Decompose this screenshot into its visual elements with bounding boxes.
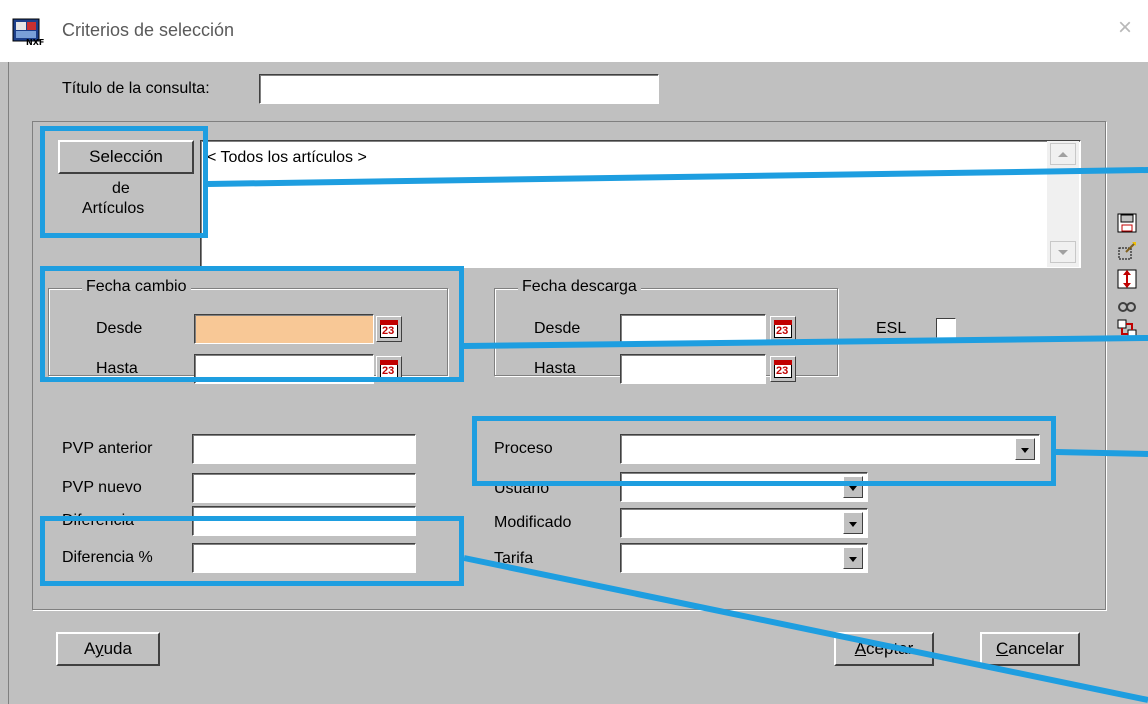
- annotation-lines: [207, 167, 1148, 703]
- annotation-line-fecha-cambio: [463, 335, 1148, 349]
- annotation-line-diferencia-pct: [463, 555, 1148, 703]
- annotation-line-proceso: [1055, 449, 1148, 457]
- annotation-line-articulos: [207, 167, 1148, 187]
